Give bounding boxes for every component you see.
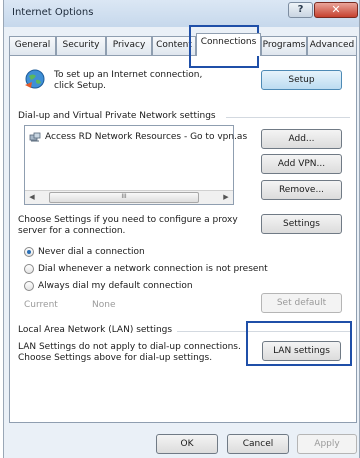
title-bar[interactable]: Internet Options ? ✕ [4,0,359,27]
window-title: Internet Options [12,7,94,18]
proxy-description: Choose Settings if you need to configure… [18,215,238,236]
tab-connections[interactable]: Connections [196,33,261,56]
setup-description: To set up an Internet connection, click … [54,70,203,91]
close-button[interactable]: ✕ [314,2,358,18]
tab-advanced[interactable]: Advanced [307,36,357,55]
scroll-right-icon[interactable]: ▶ [220,192,232,203]
vpn-connection-icon [29,132,41,142]
radio-dial-when-no-network-label: Dial whenever a network connection is no… [38,264,268,274]
radio-never-dial-indicator[interactable] [24,247,34,257]
scroll-grip: III [121,193,127,200]
lan-settings-highlight [246,321,352,366]
setup-button[interactable]: Setup [261,70,342,90]
internet-globe-icon [25,69,45,89]
dialup-divider [226,117,350,118]
current-value: None [92,300,116,310]
add-vpn-button[interactable]: Add VPN... [261,154,342,174]
ok-button[interactable]: OK [156,434,218,454]
add-button[interactable]: Add... [261,129,342,149]
radio-never-dial-label: Never dial a connection [38,247,145,257]
connections-panel: To set up an Internet connection, click … [9,55,357,423]
horizontal-scrollbar[interactable]: ◀ III ▶ [25,190,233,204]
set-default-button[interactable]: Set default [261,293,342,313]
settings-button[interactable]: Settings [261,214,342,234]
dialup-section-heading: Dial-up and Virtual Private Network sett… [18,111,216,121]
vpn-connection-label: Access RD Network Resources - Go to vpn.… [45,132,248,142]
lan-description: LAN Settings do not apply to dial-up con… [18,342,241,363]
connections-listbox[interactable]: Access RD Network Resources - Go to vpn.… [24,125,247,205]
tab-security[interactable]: Security [56,36,106,55]
internet-options-window: Internet Options ? ✕ General Security Pr… [3,0,360,458]
tab-strip: General Security Privacy Content Connect… [9,33,357,56]
scroll-thumb[interactable]: III [49,192,199,203]
radio-always-dial-label: Always dial my default connection [38,281,193,291]
tab-privacy[interactable]: Privacy [106,36,152,55]
tab-programs[interactable]: Programs [261,36,307,55]
remove-button[interactable]: Remove... [261,180,342,200]
scroll-left-icon[interactable]: ◀ [26,192,38,203]
help-button[interactable]: ? [288,2,313,18]
cancel-button[interactable]: Cancel [227,434,289,454]
current-label: Current [24,300,58,310]
radio-always-dial-indicator[interactable] [24,281,34,291]
apply-button[interactable]: Apply [297,434,357,454]
tab-general[interactable]: General [9,36,56,55]
close-icon: ✕ [331,3,341,16]
radio-dial-when-no-network-indicator[interactable] [24,264,34,274]
help-icon: ? [297,4,304,15]
lan-section-heading: Local Area Network (LAN) settings [18,325,173,335]
